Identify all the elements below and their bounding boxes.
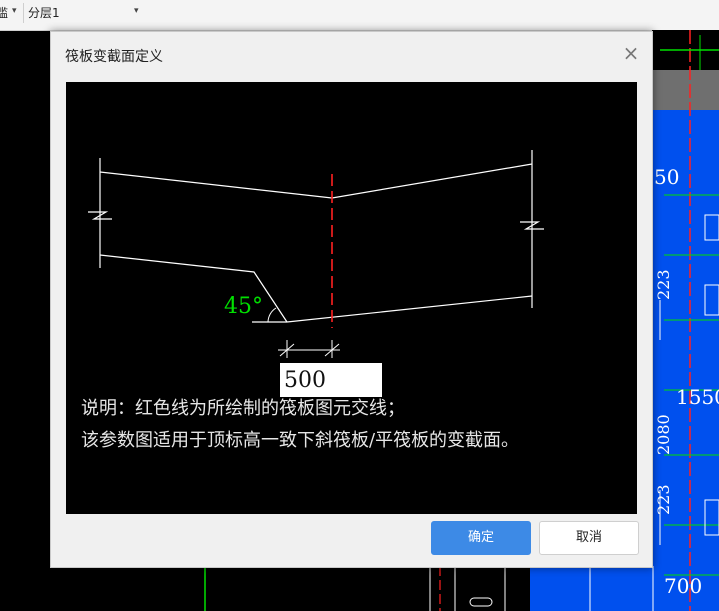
cad-dimension-label: 1550	[676, 385, 719, 409]
cad-dimension-label: 700	[664, 574, 703, 598]
close-icon[interactable]: ×	[620, 42, 642, 64]
dialog-title: 筏板变截面定义	[65, 49, 163, 65]
angle-label: 45°	[224, 294, 263, 319]
parameter-diagram: 45° 说明：红色线为所绘制的筏板图元交线； 该参数图适用于顶标高一致下斜筏板/…	[66, 82, 637, 514]
cad-dimension-label: 50	[654, 165, 680, 189]
note-line-2: 该参数图适用于顶标高一致下斜筏板/平筏板的变截面。	[81, 430, 520, 451]
raft-section-dialog: 筏板变截面定义 × 45° 说	[50, 31, 653, 568]
note-line-1: 说明：红色线为所绘制的筏板图元交线；	[81, 398, 405, 419]
cancel-button[interactable]: 取消	[539, 521, 639, 555]
width-input[interactable]	[280, 363, 382, 397]
cad-dimension-label: 223	[654, 484, 673, 515]
cad-dimension-label: 2080	[654, 414, 673, 455]
ok-button[interactable]: 确定	[431, 521, 531, 555]
cad-dimension-label: 223	[654, 269, 673, 300]
